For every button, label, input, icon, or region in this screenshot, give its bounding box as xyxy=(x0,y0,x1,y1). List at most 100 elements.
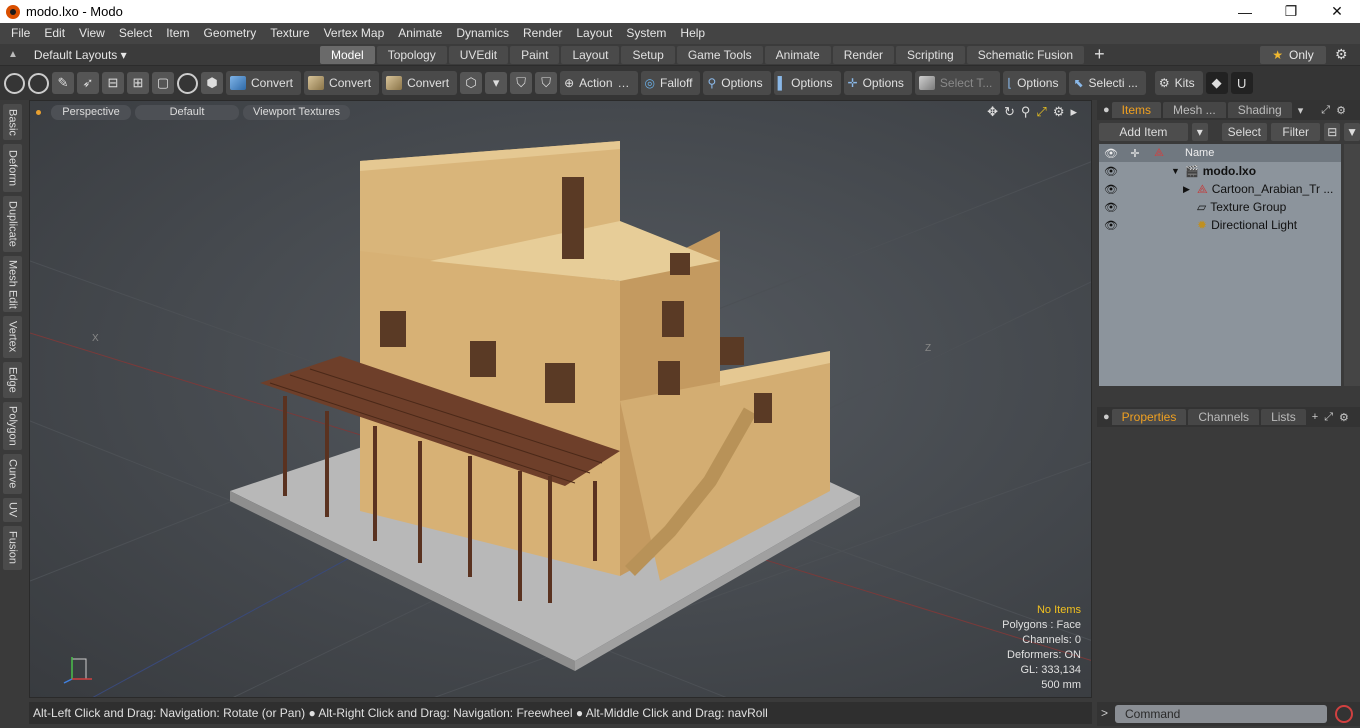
edge-mode-icon[interactable]: ⊟ xyxy=(102,72,124,94)
tree-row-light[interactable]: 👁 ✹ Directional Light xyxy=(1099,216,1341,234)
material-mode-icon[interactable]: ⬢ xyxy=(201,72,223,94)
zoom-icon[interactable]: ⚲ xyxy=(1021,104,1031,120)
globe-icon[interactable] xyxy=(28,72,49,94)
select-button[interactable]: Select xyxy=(1221,123,1268,141)
only-toggle[interactable]: ★ Only xyxy=(1260,46,1326,64)
maximize-icon[interactable]: ❐ xyxy=(1268,0,1314,23)
unity-icon[interactable]: ◆ xyxy=(1205,72,1228,94)
tab-scripting[interactable]: Scripting xyxy=(896,45,965,64)
tab-curve[interactable]: Curve xyxy=(3,454,22,494)
options-button-2[interactable]: ▌ Options xyxy=(773,71,841,95)
lasso-icon[interactable]: ➶ xyxy=(77,72,99,94)
tab-deform[interactable]: Deform xyxy=(3,144,22,192)
filter-button[interactable]: Filter xyxy=(1271,123,1321,141)
maximize-viewport-icon[interactable]: ⤢ xyxy=(1036,104,1046,120)
menu-help[interactable]: Help xyxy=(673,23,712,44)
grid-icon[interactable]: ⊞ xyxy=(127,72,149,94)
tabs-chevron-down-icon[interactable]: ▾ xyxy=(1298,104,1304,117)
convert-button-2[interactable]: Convert xyxy=(304,71,380,95)
tab-setup[interactable]: Setup xyxy=(621,45,675,64)
item-mode-icon[interactable] xyxy=(177,72,198,94)
add-tab-icon[interactable]: + xyxy=(1312,411,1318,423)
panel-maximize-icon[interactable]: ⤢ xyxy=(1321,104,1330,117)
menu-render[interactable]: Render xyxy=(516,23,569,44)
panel-gear-icon[interactable]: ⚙ xyxy=(1336,104,1346,117)
close-icon[interactable]: ✕ xyxy=(1314,0,1360,23)
tab-mesh[interactable]: Mesh ... xyxy=(1163,102,1226,118)
tab-layout[interactable]: Layout xyxy=(561,45,620,64)
options-button-4[interactable]: ⌊ Options xyxy=(1003,71,1067,95)
item-list-scrollbar[interactable] xyxy=(1344,144,1360,386)
shading-style-dropdown[interactable]: Default xyxy=(135,104,239,120)
kits-button[interactable]: ⚙ Kits xyxy=(1154,71,1203,95)
viewport-gear-icon[interactable]: ⚙ xyxy=(1053,104,1065,120)
viewport-menu-dot[interactable] xyxy=(36,109,41,115)
tab-shading[interactable]: Shading xyxy=(1227,102,1292,118)
pan-icon[interactable]: ✥ xyxy=(987,104,998,120)
tab-duplicate[interactable]: Duplicate xyxy=(3,196,22,252)
collapse-up-icon[interactable]: ▲ xyxy=(8,49,18,60)
tab-paint[interactable]: Paint xyxy=(510,45,560,64)
tab-mesh-edit[interactable]: Mesh Edit xyxy=(3,256,22,312)
tree-row-texture-group[interactable]: 👁 ▱ Texture Group xyxy=(1099,198,1341,216)
tab-model[interactable]: Model xyxy=(320,45,375,64)
minimize-icon[interactable]: — xyxy=(1222,0,1268,23)
tab-basic[interactable]: Basic xyxy=(3,104,22,140)
rotate-icon[interactable]: ↻ xyxy=(1004,104,1015,120)
add-tab-icon[interactable]: + xyxy=(1086,44,1113,65)
panel-menu-dot[interactable]: ● xyxy=(1103,411,1110,423)
symmetry-icon[interactable]: ⛉ xyxy=(510,72,533,94)
eye-icon[interactable]: 👁 xyxy=(1099,219,1123,232)
expand-icon[interactable]: ▶ xyxy=(1183,184,1197,195)
tab-lists[interactable]: Lists xyxy=(1261,409,1306,425)
workplane-icon[interactable]: ⛉ xyxy=(535,72,558,94)
tab-uv[interactable]: UV xyxy=(3,498,22,522)
unreal-icon[interactable]: U xyxy=(1230,72,1253,94)
tab-edge[interactable]: Edge xyxy=(3,362,22,398)
eye-icon[interactable]: 👁 xyxy=(1099,201,1123,214)
panel-menu-dot[interactable]: ● xyxy=(1103,104,1110,116)
falloff-button[interactable]: ◎ Falloff xyxy=(640,71,701,95)
add-item-chevron-icon[interactable]: ▾ xyxy=(1191,123,1208,141)
menu-view[interactable]: View xyxy=(72,23,112,44)
tab-uvedit[interactable]: UVEdit xyxy=(448,45,509,64)
add-item-button[interactable]: Add Item xyxy=(1099,123,1188,141)
polygon-mode-icon[interactable]: ▢ xyxy=(152,72,174,94)
menu-edit[interactable]: Edit xyxy=(37,23,72,44)
tab-properties[interactable]: Properties xyxy=(1111,409,1187,425)
select-through-button[interactable]: Select T... xyxy=(914,71,1001,95)
pen-icon[interactable]: ✎ xyxy=(52,72,74,94)
viewport-more-icon[interactable]: ▸ xyxy=(1070,104,1077,120)
panel-gear-icon[interactable]: ⚙ xyxy=(1339,411,1349,424)
menu-select[interactable]: Select xyxy=(112,23,159,44)
menu-animate[interactable]: Animate xyxy=(391,23,449,44)
collapse-icon[interactable]: ⊟ xyxy=(1324,123,1341,141)
gear-icon[interactable]: ⚙ xyxy=(1335,46,1348,63)
menu-item[interactable]: Item xyxy=(159,23,196,44)
name-column-header[interactable]: Name xyxy=(1185,147,1214,159)
tab-channels[interactable]: Channels xyxy=(1188,409,1260,425)
expand-icon[interactable]: ▼ xyxy=(1171,166,1185,176)
options-button-1[interactable]: ⚲ Options xyxy=(703,71,771,95)
command-input[interactable]: Command xyxy=(1115,705,1327,723)
convert-button-1[interactable]: Convert xyxy=(226,71,302,95)
action-center-button[interactable]: ⊕ Action… xyxy=(560,71,638,95)
tab-fusion[interactable]: Fusion xyxy=(3,526,22,570)
tab-topology[interactable]: Topology xyxy=(376,45,447,64)
tab-items[interactable]: Items xyxy=(1111,102,1161,118)
tree-row-scene[interactable]: 👁 ▼ 🎬 modo.lxo xyxy=(1099,162,1341,180)
chevron-right-icon[interactable]: > xyxy=(1101,706,1108,720)
panel-maximize-icon[interactable]: ⤢ xyxy=(1324,411,1333,424)
options-button-3[interactable]: ✛ Options xyxy=(843,71,912,95)
menu-dynamics[interactable]: Dynamics xyxy=(449,23,516,44)
tree-row-mesh[interactable]: 👁 ▶ ⟁ Cartoon_Arabian_Tr ... xyxy=(1099,180,1341,198)
tab-polygon[interactable]: Polygon xyxy=(3,402,22,450)
view-type-dropdown[interactable]: Perspective xyxy=(51,104,131,120)
tab-schematic-fusion[interactable]: Schematic Fusion xyxy=(966,45,1085,64)
selection-sets-button[interactable]: ⬉ Selecti ... xyxy=(1069,71,1146,95)
chevron-down-icon[interactable]: ▾ xyxy=(485,72,508,94)
funnel-icon[interactable]: ▼ xyxy=(1344,123,1360,141)
eye-icon[interactable]: 👁 xyxy=(1099,165,1123,178)
tab-vertex[interactable]: Vertex xyxy=(3,316,22,358)
menu-geometry[interactable]: Geometry xyxy=(197,23,264,44)
